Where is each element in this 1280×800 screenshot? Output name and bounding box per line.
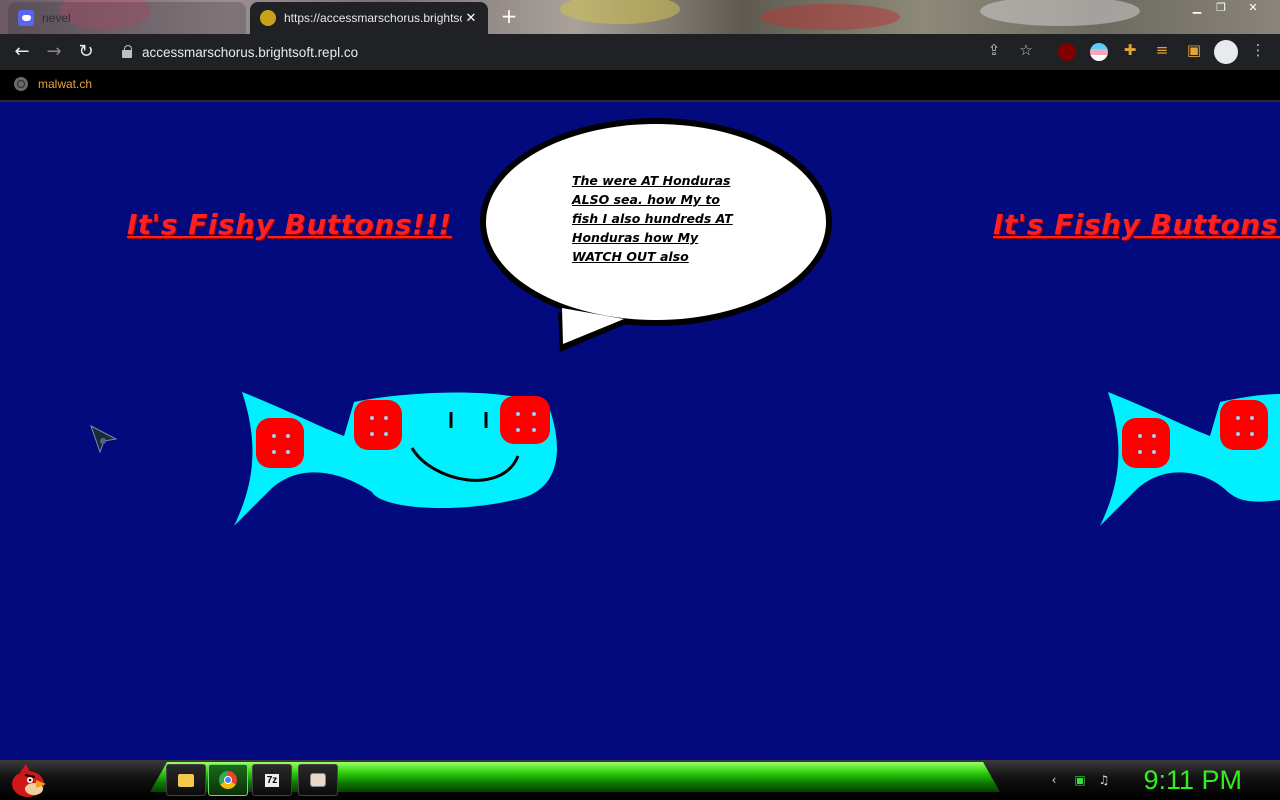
wallpaper-splat <box>760 4 900 30</box>
replit-icon <box>260 10 276 26</box>
chrome-icon <box>219 771 237 789</box>
headline-right[interactable]: It's Fishy Buttons!!! <box>993 208 1280 241</box>
taskbar-chrome[interactable] <box>208 764 248 796</box>
7zip-icon: 7z <box>264 773 280 787</box>
network-monitor-icon[interactable]: ▣ <box>1072 772 1088 788</box>
clock[interactable]: 9:11 PM <box>1143 762 1242 798</box>
close-window-button[interactable]: ✕ <box>1240 0 1266 16</box>
new-tab-button[interactable]: + <box>500 6 518 26</box>
flag-extension-icon[interactable] <box>1090 43 1108 61</box>
tab-discord[interactable]: nevel <box>8 2 246 34</box>
taskbar-7zip[interactable]: 7z <box>252 764 292 796</box>
volume-icon[interactable]: ♫ <box>1096 772 1112 788</box>
tab-strip: nevel https://accessmarschorus.brightsof… <box>0 0 1280 34</box>
extensions-puzzle-icon[interactable]: ✚ <box>1120 40 1140 60</box>
tab-title: nevel <box>42 11 71 25</box>
discord-icon <box>18 10 34 26</box>
lock-icon[interactable] <box>122 45 132 58</box>
minimize-button[interactable]: ▁ <box>1184 0 1210 16</box>
red-button[interactable] <box>1122 418 1170 468</box>
speech-bubble-text[interactable]: The were AT Honduras ALSO sea. how My to… <box>572 171 750 266</box>
restore-button[interactable]: ❐ <box>1208 0 1234 16</box>
red-button[interactable] <box>1220 400 1268 450</box>
bookmark-item[interactable]: malwat.ch <box>14 77 92 91</box>
url-text: accessmarschorus.brightsoft.repl.co <box>142 44 359 60</box>
folder-icon <box>178 773 194 787</box>
app-icon <box>310 773 326 787</box>
bookmark-label: malwat.ch <box>38 77 93 91</box>
address-bar[interactable]: accessmarschorus.brightsoft.repl.co <box>108 37 1048 67</box>
bookmarks-bar: malwat.ch <box>0 70 1280 100</box>
ublock-icon[interactable] <box>1058 43 1076 61</box>
fish-button[interactable] <box>1098 392 1280 528</box>
media-control-icon[interactable]: ≡ <box>1152 40 1172 60</box>
tab-title: https://accessmarschorus.brightsoft.repl… <box>284 11 462 25</box>
mouse-cursor-icon <box>90 425 118 453</box>
taskbar-folder[interactable] <box>166 764 206 796</box>
web-page: It's Fishy Buttons!!! It's Fishy Buttons… <box>0 102 1280 760</box>
wallpaper-splat <box>980 0 1140 26</box>
browser-toolbar: ← → ↻ accessmarschorus.brightsoft.repl.c… <box>0 34 1280 70</box>
tab-repl[interactable]: https://accessmarschorus.brightsoft.repl… <box>250 2 488 34</box>
start-button-angry-bird-icon[interactable] <box>6 762 46 798</box>
close-tab-icon[interactable]: ✕ <box>462 10 480 26</box>
reload-button[interactable]: ↻ <box>74 40 98 64</box>
globe-icon <box>14 77 28 91</box>
fish-button[interactable] <box>232 392 562 528</box>
taskbar-app[interactable] <box>298 764 338 796</box>
red-button[interactable] <box>500 396 550 444</box>
profile-avatar[interactable] <box>1214 40 1238 64</box>
back-button[interactable]: ← <box>10 40 34 64</box>
tray-chevron-icon[interactable]: ‹ <box>1046 772 1062 788</box>
share-icon[interactable]: ⇪ <box>984 40 1004 60</box>
forward-button[interactable]: → <box>42 40 66 64</box>
red-button[interactable] <box>256 418 304 468</box>
side-panel-icon[interactable]: ▣ <box>1184 40 1204 60</box>
wallpaper-splat <box>560 0 680 24</box>
menu-kebab-icon[interactable]: ⋮ <box>1248 40 1268 60</box>
red-button[interactable] <box>354 400 402 450</box>
bookmark-star-icon[interactable]: ☆ <box>1016 40 1036 60</box>
headline-left[interactable]: It's Fishy Buttons!!! <box>127 208 452 241</box>
